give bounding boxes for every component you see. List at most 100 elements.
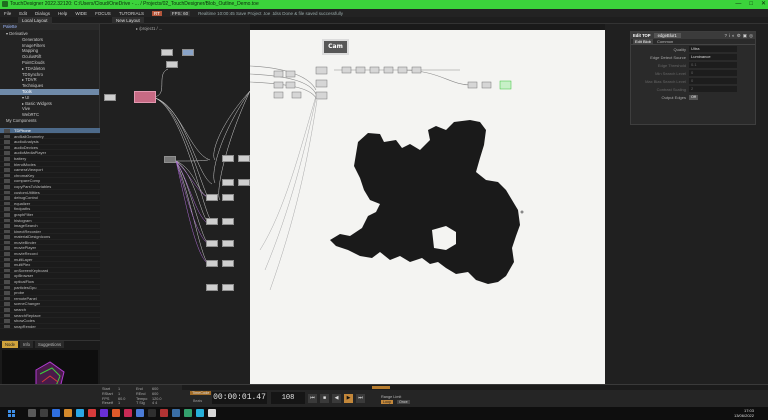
range-once-button[interactable]: Once — [397, 400, 410, 404]
close-button[interactable]: ✕ — [761, 0, 766, 9]
operator-node[interactable] — [222, 240, 234, 247]
operator-node-selected[interactable] — [134, 91, 156, 103]
range-loop-button[interactable]: Loop — [381, 400, 393, 404]
range-limit-label: Range Limit — [381, 395, 402, 399]
menu-dialogs[interactable]: Dialogs — [35, 11, 50, 16]
taskbar-app-icon[interactable] — [64, 409, 72, 417]
operator-node[interactable] — [182, 49, 194, 56]
app-logo-icon — [2, 1, 8, 7]
bypass-icon[interactable]: ◐ — [732, 33, 735, 39]
parameter-value-field[interactable]: Luminance — [689, 54, 737, 60]
tab-common[interactable]: Common — [655, 39, 675, 44]
operator-node[interactable] — [206, 194, 218, 201]
operator-node[interactable] — [222, 218, 234, 225]
windows-start-icon[interactable] — [8, 410, 15, 417]
taskbar-app-icon[interactable] — [184, 409, 192, 417]
taskbar-app-icon[interactable] — [172, 409, 180, 417]
frame-display[interactable]: 108 — [271, 392, 305, 404]
tab-node[interactable]: Node — [2, 341, 19, 348]
timeline-playhead[interactable] — [372, 386, 390, 389]
viewer-icon[interactable]: ▣ — [743, 33, 747, 39]
timeline-setting-value[interactable]: 1 — [118, 401, 134, 406]
palette-tree-item[interactable]: My Components — [0, 118, 99, 124]
system-clock[interactable]: 17:03 13/06/2022 — [734, 408, 754, 418]
palette-component-list: TDPhone arcBallGeometry audioAnalysis audio… — [0, 128, 100, 340]
tab-edit-blob[interactable]: Edit Blob — [633, 39, 654, 44]
menu-file[interactable]: File — [4, 11, 11, 16]
taskbar-app-icon[interactable] — [40, 409, 48, 417]
timecode-display[interactable]: 00:00:01.47 — [212, 392, 267, 404]
parameter-label: Min Search Level — [655, 70, 686, 76]
taskbar-app-icon[interactable] — [160, 409, 168, 417]
transport-controls: ⏮ ■ ◀ ▶ ⏭ — [308, 394, 365, 403]
operator-node[interactable] — [222, 284, 234, 291]
palette-list-item[interactable]: snapRender — [0, 324, 100, 330]
taskbar-app-icon[interactable] — [196, 409, 204, 417]
parameter-value-field[interactable]: Ultra — [689, 46, 737, 52]
operator-node[interactable] — [206, 240, 218, 247]
operator-node[interactable] — [238, 155, 250, 162]
gear-icon[interactable]: ⚙ — [737, 33, 741, 39]
tab-info[interactable]: Info — [20, 341, 34, 348]
network-editor[interactable]: ▸ /project1 / ... — [100, 24, 250, 384]
tab-suggestions[interactable]: Suggestions — [35, 341, 65, 348]
os-taskbar: 17:03 13/06/2022 — [0, 407, 768, 420]
parameter-value-field[interactable]: 0.1 — [689, 62, 737, 68]
taskbar-app-icon[interactable] — [76, 409, 84, 417]
step-forward-button[interactable]: ⏭ — [356, 394, 365, 403]
realtime-chip[interactable]: RT — [151, 10, 162, 16]
step-back-button[interactable]: ◀ — [332, 394, 341, 403]
stop-button[interactable]: ■ — [320, 394, 329, 403]
rewind-button[interactable]: ⏮ — [308, 394, 317, 403]
taskbar-app-icon[interactable] — [52, 409, 60, 417]
menu-help[interactable]: Help — [58, 11, 67, 16]
operator-node[interactable] — [206, 284, 218, 291]
play-button[interactable]: ▶ — [344, 394, 353, 403]
menu-focus[interactable]: FOCUS — [95, 11, 111, 16]
output-edges-toggle[interactable]: Off — [689, 94, 698, 100]
taskbar-app-icon[interactable] — [124, 409, 132, 417]
operator-node[interactable] — [166, 61, 178, 68]
operator-node[interactable] — [222, 155, 234, 162]
main-viewer[interactable]: Cam — [250, 30, 605, 384]
help-icon[interactable]: ? — [725, 33, 728, 39]
taskbar-app-icon[interactable] — [88, 409, 96, 417]
tab-local-layout[interactable]: Local Layout — [18, 17, 52, 24]
taskbar-app-icon[interactable] — [100, 409, 108, 417]
taskbar-app-icon[interactable] — [208, 409, 216, 417]
taskbar-app-icon[interactable] — [112, 409, 120, 417]
taskbar-app-icon[interactable] — [28, 409, 36, 417]
operator-node[interactable] — [238, 179, 250, 186]
operator-node[interactable] — [104, 94, 116, 101]
tab-new-layout[interactable]: New Layout — [112, 17, 144, 24]
parameter-row: Min Search Level 0 — [631, 69, 755, 77]
fps-readout: FPS: 60 — [169, 10, 191, 16]
display-icon[interactable]: ◎ — [749, 33, 753, 39]
beats-label[interactable]: Beats — [193, 399, 202, 403]
minimize-button[interactable]: — — [735, 0, 741, 9]
taskbar-app-icon[interactable] — [148, 409, 156, 417]
operator-node[interactable] — [222, 179, 234, 186]
timeline-ruler[interactable] — [182, 385, 768, 390]
parameter-value-field[interactable]: 0 — [689, 78, 737, 84]
parameter-value-field[interactable]: 2 — [689, 86, 737, 92]
menu-edit[interactable]: Edit — [19, 11, 27, 16]
taskbar-app-icon[interactable] — [136, 409, 144, 417]
operator-node[interactable] — [206, 218, 218, 225]
timeline-setting-value[interactable]: 4 4 — [152, 401, 168, 406]
operator-node[interactable] — [222, 194, 234, 201]
operator-node[interactable] — [206, 260, 218, 267]
menu-tutorials[interactable]: TUTORIALS — [119, 11, 144, 16]
output-edges-label: Output Edges — [661, 94, 686, 100]
maximize-button[interactable]: □ — [749, 0, 753, 9]
menu-wide[interactable]: WIDE — [75, 11, 87, 16]
parameter-value-field[interactable]: 0 — [689, 70, 737, 76]
parameter-row: Quality Ultra — [631, 45, 755, 53]
operator-node[interactable] — [164, 156, 176, 163]
operator-node[interactable] — [161, 49, 173, 56]
operator-node[interactable] — [222, 260, 234, 267]
info-icon[interactable]: i — [729, 33, 730, 39]
parameter-panel: Edit TOP edgeBlur1 ? i ◐ ⚙ ▣ ◎ Edit Blob… — [630, 31, 756, 125]
operator-name-field[interactable]: edgeBlur1 — [653, 33, 681, 38]
timecode-label[interactable]: TimeCode — [190, 391, 212, 395]
